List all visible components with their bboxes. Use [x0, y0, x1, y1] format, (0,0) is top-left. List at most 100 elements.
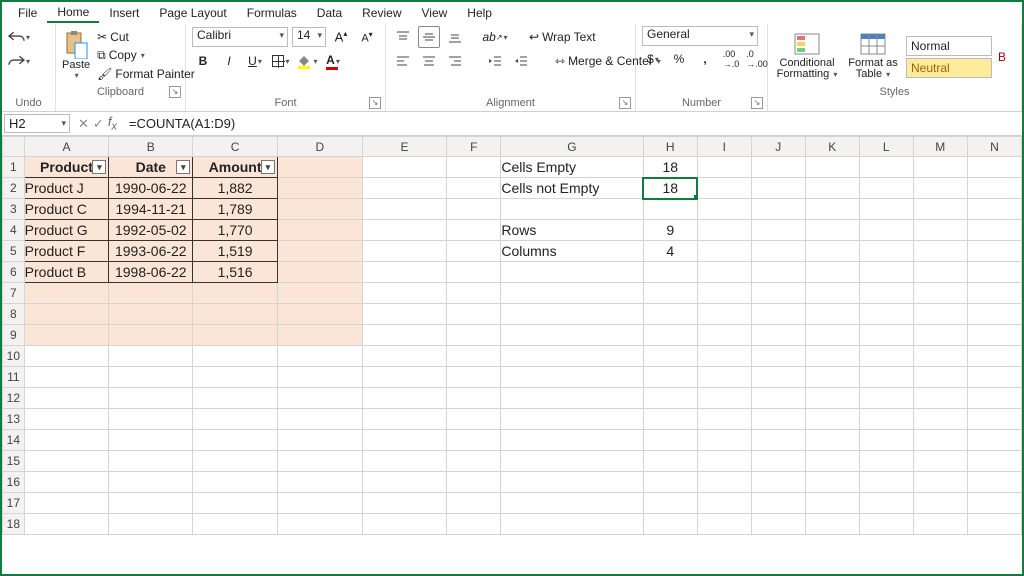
cell[interactable] — [24, 430, 109, 451]
cell[interactable] — [859, 367, 913, 388]
cell[interactable] — [967, 220, 1021, 241]
cell[interactable]: Product G — [24, 220, 109, 241]
style-neutral[interactable]: Neutral — [906, 58, 992, 78]
cell[interactable] — [501, 199, 643, 220]
cell[interactable] — [447, 493, 501, 514]
cell[interactable] — [447, 283, 501, 304]
cell[interactable] — [643, 472, 697, 493]
cell-styles-gallery[interactable]: Normal Neutral — [906, 32, 992, 78]
cell[interactable] — [277, 220, 362, 241]
cell[interactable] — [751, 241, 805, 262]
cell[interactable]: 1,519 — [193, 241, 278, 262]
style-normal[interactable]: Normal — [906, 36, 992, 56]
cell[interactable] — [277, 241, 362, 262]
cell[interactable] — [751, 283, 805, 304]
cell[interactable] — [967, 514, 1021, 535]
cell[interactable]: 9 — [643, 220, 697, 241]
cell[interactable] — [913, 304, 967, 325]
font-size-select[interactable]: 14 — [292, 27, 326, 47]
cell[interactable] — [751, 409, 805, 430]
cell[interactable] — [109, 367, 193, 388]
cell[interactable] — [967, 409, 1021, 430]
cell[interactable] — [967, 241, 1021, 262]
cell[interactable] — [501, 262, 643, 283]
cell[interactable] — [24, 304, 109, 325]
paste-button[interactable]: Paste▾ — [62, 26, 90, 84]
cell[interactable]: Cells not Empty — [501, 178, 643, 199]
cell[interactable] — [24, 409, 109, 430]
enter-formula-icon[interactable]: ✓ — [93, 116, 104, 132]
cell[interactable] — [751, 493, 805, 514]
col-header-J[interactable]: J — [751, 137, 805, 157]
cell[interactable] — [447, 304, 501, 325]
cell[interactable] — [751, 304, 805, 325]
cell[interactable] — [109, 388, 193, 409]
cell[interactable] — [109, 430, 193, 451]
italic-button[interactable]: I — [218, 50, 240, 72]
cell[interactable] — [362, 178, 447, 199]
cell[interactable] — [362, 430, 447, 451]
dialog-launcher-icon[interactable]: ↘ — [169, 86, 181, 98]
cell[interactable] — [109, 283, 193, 304]
cell[interactable] — [109, 451, 193, 472]
cell[interactable] — [193, 304, 278, 325]
cell[interactable] — [697, 514, 751, 535]
cell[interactable] — [643, 283, 697, 304]
align-top-button[interactable] — [392, 26, 414, 48]
fx-icon[interactable]: fx — [108, 114, 117, 133]
cell[interactable] — [697, 493, 751, 514]
underline-button[interactable]: U▾ — [244, 50, 266, 72]
cell[interactable] — [362, 472, 447, 493]
font-name-select[interactable]: Calibri — [192, 27, 288, 47]
cell[interactable] — [643, 493, 697, 514]
cell[interactable]: Product C — [24, 199, 109, 220]
dialog-launcher-icon[interactable]: ↘ — [751, 97, 763, 109]
align-right-button[interactable] — [444, 50, 466, 72]
cell[interactable] — [501, 367, 643, 388]
cell[interactable] — [913, 472, 967, 493]
cell[interactable]: Product F — [24, 241, 109, 262]
cell[interactable] — [913, 451, 967, 472]
tab-formulas[interactable]: Formulas — [237, 4, 307, 22]
cell[interactable] — [501, 409, 643, 430]
cell[interactable] — [447, 241, 501, 262]
cell[interactable] — [362, 241, 447, 262]
cell[interactable] — [913, 493, 967, 514]
tab-file[interactable]: File — [8, 4, 47, 22]
cell[interactable]: 1,770 — [193, 220, 278, 241]
cell[interactable]: 1994-11-21 — [109, 199, 193, 220]
cell[interactable]: Product▾ — [24, 157, 109, 178]
cell[interactable] — [277, 304, 362, 325]
cell[interactable] — [913, 367, 967, 388]
cell[interactable] — [913, 325, 967, 346]
cell[interactable] — [109, 493, 193, 514]
cell[interactable] — [859, 514, 913, 535]
cell[interactable] — [447, 388, 501, 409]
col-header-D[interactable]: D — [277, 137, 362, 157]
redo-button[interactable]: ▾ — [8, 50, 30, 72]
cell[interactable] — [805, 493, 859, 514]
cell[interactable] — [859, 451, 913, 472]
decrease-decimal-button[interactable]: .0→.00 — [746, 48, 768, 70]
cell[interactable] — [109, 325, 193, 346]
col-header-F[interactable]: F — [447, 137, 501, 157]
cell[interactable] — [193, 493, 278, 514]
cell[interactable] — [109, 409, 193, 430]
cell[interactable] — [362, 199, 447, 220]
cell[interactable] — [805, 199, 859, 220]
cell[interactable] — [362, 220, 447, 241]
tab-view[interactable]: View — [412, 4, 458, 22]
cell[interactable] — [913, 178, 967, 199]
tab-review[interactable]: Review — [352, 4, 411, 22]
cell[interactable] — [805, 472, 859, 493]
cell[interactable] — [447, 262, 501, 283]
cell[interactable] — [24, 346, 109, 367]
cell[interactable] — [697, 451, 751, 472]
cell[interactable] — [967, 157, 1021, 178]
cell[interactable] — [362, 283, 447, 304]
cell[interactable] — [24, 325, 109, 346]
cell[interactable] — [913, 430, 967, 451]
cell[interactable] — [277, 199, 362, 220]
cell[interactable] — [447, 199, 501, 220]
cell[interactable] — [501, 514, 643, 535]
